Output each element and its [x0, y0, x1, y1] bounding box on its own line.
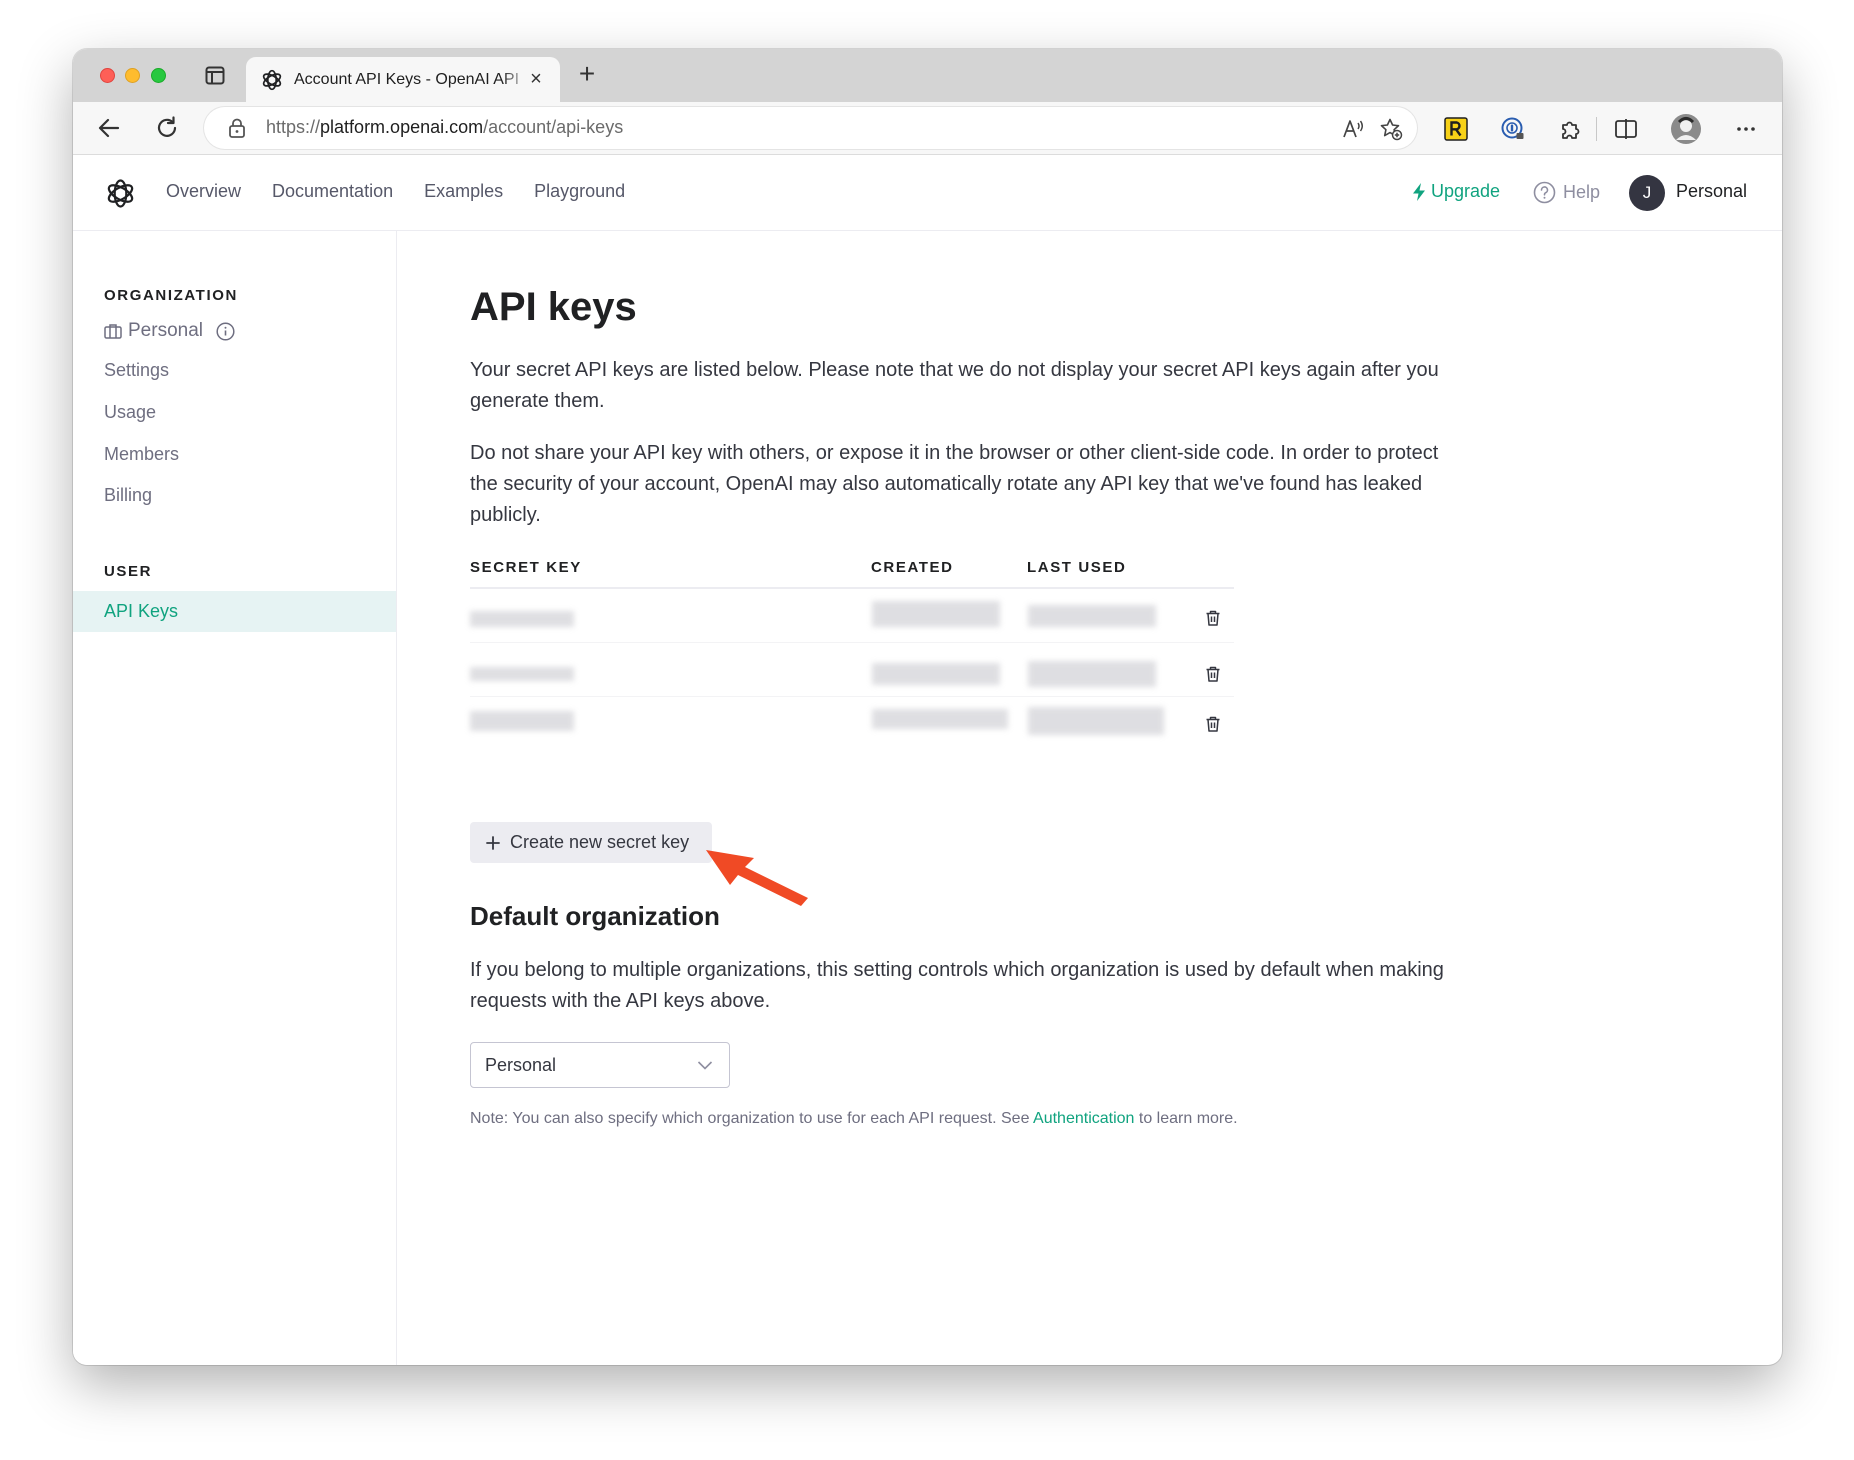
address-bar[interactable]: https://platform.openai.com/account/api-…: [204, 107, 1417, 149]
sidebar-item-usage[interactable]: Usage: [104, 402, 156, 423]
organization-note: Note: You can also specify which organiz…: [470, 1110, 1238, 1127]
extensions-icon[interactable]: [1557, 116, 1583, 142]
redacted-created: [872, 601, 1000, 627]
profile-icon[interactable]: [1670, 113, 1702, 145]
intro-text: Your secret API keys are listed below. P…: [470, 359, 1439, 412]
sidebar-item-members[interactable]: Members: [104, 444, 179, 465]
nav-examples[interactable]: Examples: [424, 181, 503, 202]
warning-text: Do not share your API key with others, o…: [470, 442, 1439, 526]
active-tab[interactable]: Account API Keys - OpenAI API ×: [246, 57, 560, 102]
column-header-created: CREATED: [871, 559, 954, 576]
bolt-icon: [1413, 182, 1425, 201]
tab-close-icon[interactable]: ×: [526, 69, 546, 89]
plus-icon: [486, 835, 500, 850]
sidebar-item-settings[interactable]: Settings: [104, 360, 169, 381]
column-header-last-used: LAST USED: [1027, 559, 1127, 576]
redacted-key: [470, 711, 574, 731]
trash-icon[interactable]: [1204, 715, 1222, 733]
help-link[interactable]: Help: [1533, 181, 1600, 204]
create-new-secret-key-button[interactable]: Create new secret key: [470, 822, 712, 863]
table-row: [470, 589, 1234, 643]
read-aloud-icon[interactable]: [1341, 117, 1365, 141]
table-row: [470, 697, 1234, 751]
tab-title: Account API Keys - OpenAI API: [294, 70, 520, 88]
briefcase-icon: [104, 324, 122, 339]
redacted-last-used: [1028, 707, 1164, 735]
more-icon[interactable]: [1733, 116, 1759, 142]
redacted-last-used: [1028, 661, 1156, 687]
column-header-secret-key: SECRET KEY: [470, 559, 582, 576]
toolbar-divider: [1596, 117, 1597, 141]
sidebar-item-api-keys[interactable]: API Keys: [73, 591, 396, 632]
back-icon[interactable]: [96, 115, 122, 141]
default-organization-text: If you belong to multiple organizations,…: [470, 959, 1444, 1012]
top-nav: Overview Documentation Examples Playgrou…: [166, 181, 656, 202]
nav-overview[interactable]: Overview: [166, 181, 241, 202]
openai-logo-icon[interactable]: [104, 177, 137, 210]
trash-icon[interactable]: [1204, 609, 1222, 627]
avatar[interactable]: J: [1629, 175, 1665, 211]
sidebar-item-billing[interactable]: Billing: [104, 485, 152, 506]
redacted-last-used: [1028, 605, 1156, 627]
password-extension-icon[interactable]: [1500, 116, 1526, 142]
rakuten-extension-icon[interactable]: [1443, 116, 1469, 142]
help-label: Help: [1563, 182, 1601, 202]
default-organization-title: Default organization: [470, 901, 720, 931]
close-window-button[interactable]: [100, 68, 115, 83]
minimize-window-button[interactable]: [125, 68, 140, 83]
url-text: https://platform.openai.com/account/api-…: [266, 117, 624, 137]
table-row: [470, 643, 1234, 697]
site-header: Overview Documentation Examples Playgrou…: [73, 155, 1782, 231]
upgrade-link[interactable]: Upgrade: [1411, 181, 1500, 202]
annotation-arrow-icon: [706, 850, 808, 906]
openai-favicon-icon: [262, 69, 282, 90]
zoom-window-button[interactable]: [151, 68, 166, 83]
sidebar-heading-user: USER: [104, 563, 153, 580]
info-icon[interactable]: [216, 321, 235, 341]
lock-icon[interactable]: [228, 118, 246, 138]
trash-icon[interactable]: [1204, 665, 1222, 683]
redacted-key: [470, 667, 574, 681]
tab-actions-icon[interactable]: [205, 66, 225, 85]
tab-bar: Account API Keys - OpenAI API × +: [73, 49, 1782, 102]
chevron-down-icon: [697, 1061, 713, 1070]
favorites-icon[interactable]: [1379, 117, 1403, 141]
sidebar-heading-organization: ORGANIZATION: [104, 287, 238, 304]
account-name[interactable]: Personal: [1676, 181, 1747, 202]
browser-window: Account API Keys - OpenAI API × + https:…: [73, 49, 1782, 1365]
page-title: API keys: [470, 285, 637, 329]
redacted-key: [470, 611, 574, 627]
help-circle-icon: [1533, 181, 1556, 204]
organization-select[interactable]: Personal: [470, 1042, 730, 1088]
sidebar: ORGANIZATION Personal Settings Usage Mem…: [73, 231, 397, 1365]
organization-select-value: Personal: [485, 1055, 557, 1075]
upgrade-label: Upgrade: [1431, 181, 1501, 201]
sidebar-org-name: Personal: [104, 320, 235, 342]
redacted-created: [872, 709, 1008, 729]
authentication-link[interactable]: Authentication: [1033, 1110, 1134, 1127]
redacted-created: [872, 663, 1000, 685]
browser-toolbar: https://platform.openai.com/account/api-…: [73, 102, 1782, 155]
nav-documentation[interactable]: Documentation: [272, 181, 393, 202]
reload-icon[interactable]: [154, 115, 180, 141]
split-screen-icon[interactable]: [1613, 116, 1639, 142]
new-tab-button[interactable]: +: [573, 60, 601, 89]
nav-playground[interactable]: Playground: [534, 181, 625, 202]
